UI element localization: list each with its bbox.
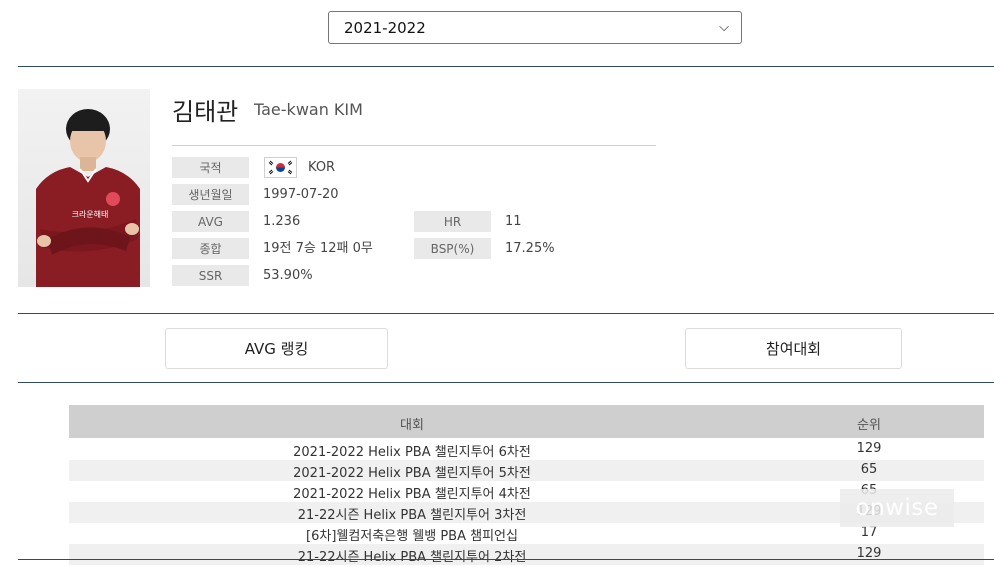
birth-value: 1997-07-20	[263, 187, 339, 202]
bsp-label: BSP(%)	[414, 238, 491, 259]
birth-label: 생년월일	[172, 184, 249, 205]
player-photo-image: 크라운해태	[36, 109, 140, 287]
season-select[interactable]: 2021-2022 ⌵	[328, 11, 742, 44]
player-name-korean: 김태관	[172, 98, 239, 126]
korea-flag-icon	[264, 157, 297, 178]
table-row[interactable]: 2021-2022 Helix PBA 챌린지투어 5차전 65	[69, 460, 984, 481]
avg-label: AVG	[172, 211, 249, 232]
player-name-english: Tae-kwan KIM	[254, 100, 363, 119]
watermark: onwise	[840, 489, 954, 527]
rank-cell: 129	[856, 441, 882, 456]
divider	[18, 313, 994, 314]
avg-ranking-button[interactable]: AVG 랭킹	[165, 328, 388, 369]
hr-value: 11	[505, 214, 522, 229]
tournament-cell: 2021-2022 Helix PBA 챌린지투어 6차전	[293, 445, 531, 460]
bsp-value: 17.25%	[505, 241, 555, 256]
tournaments-button[interactable]: 참여대회	[685, 328, 902, 369]
record-value: 19전 7승 12패 0무	[263, 241, 373, 256]
divider	[18, 382, 994, 383]
tournament-cell: [6차]웰컴저축은행 웰뱅 PBA 챔피언십	[306, 529, 518, 544]
divider	[18, 66, 994, 67]
nationality-value: KOR	[308, 160, 336, 175]
table-row[interactable]: 21-22시즌 Helix PBA 챌린지투어 2차전 129	[69, 544, 984, 565]
tournament-cell: 21-22시즌 Helix PBA 챌린지투어 3차전	[297, 508, 527, 523]
name-divider	[172, 145, 656, 146]
rank-cell: 65	[860, 462, 878, 477]
season-select-value: 2021-2022	[344, 18, 426, 37]
ssr-label: SSR	[172, 265, 249, 286]
rank-cell: 17	[860, 525, 878, 540]
avg-value: 1.236	[263, 214, 301, 229]
tournament-column-header: 대회	[400, 418, 424, 433]
ssr-value: 53.90%	[263, 268, 313, 283]
record-label: 종합	[172, 238, 249, 259]
tournament-cell: 21-22시즌 Helix PBA 챌린지투어 2차전	[297, 550, 527, 565]
tournament-cell: 2021-2022 Helix PBA 챌린지투어 4차전	[293, 487, 531, 502]
svg-text:크라운해태: 크라운해태	[72, 209, 109, 219]
rank-column-header: 순위	[857, 418, 881, 433]
hr-label: HR	[414, 211, 491, 232]
divider	[18, 559, 994, 560]
player-photo: 크라운해태	[18, 89, 150, 287]
chevron-down-icon: ⌵	[719, 20, 729, 35]
table-row[interactable]: 2021-2022 Helix PBA 챌린지투어 6차전 129	[69, 439, 984, 460]
nationality-label: 국적	[172, 157, 249, 178]
tournament-cell: 2021-2022 Helix PBA 챌린지투어 5차전	[293, 466, 531, 481]
table-header: 대회 순위	[69, 405, 984, 438]
